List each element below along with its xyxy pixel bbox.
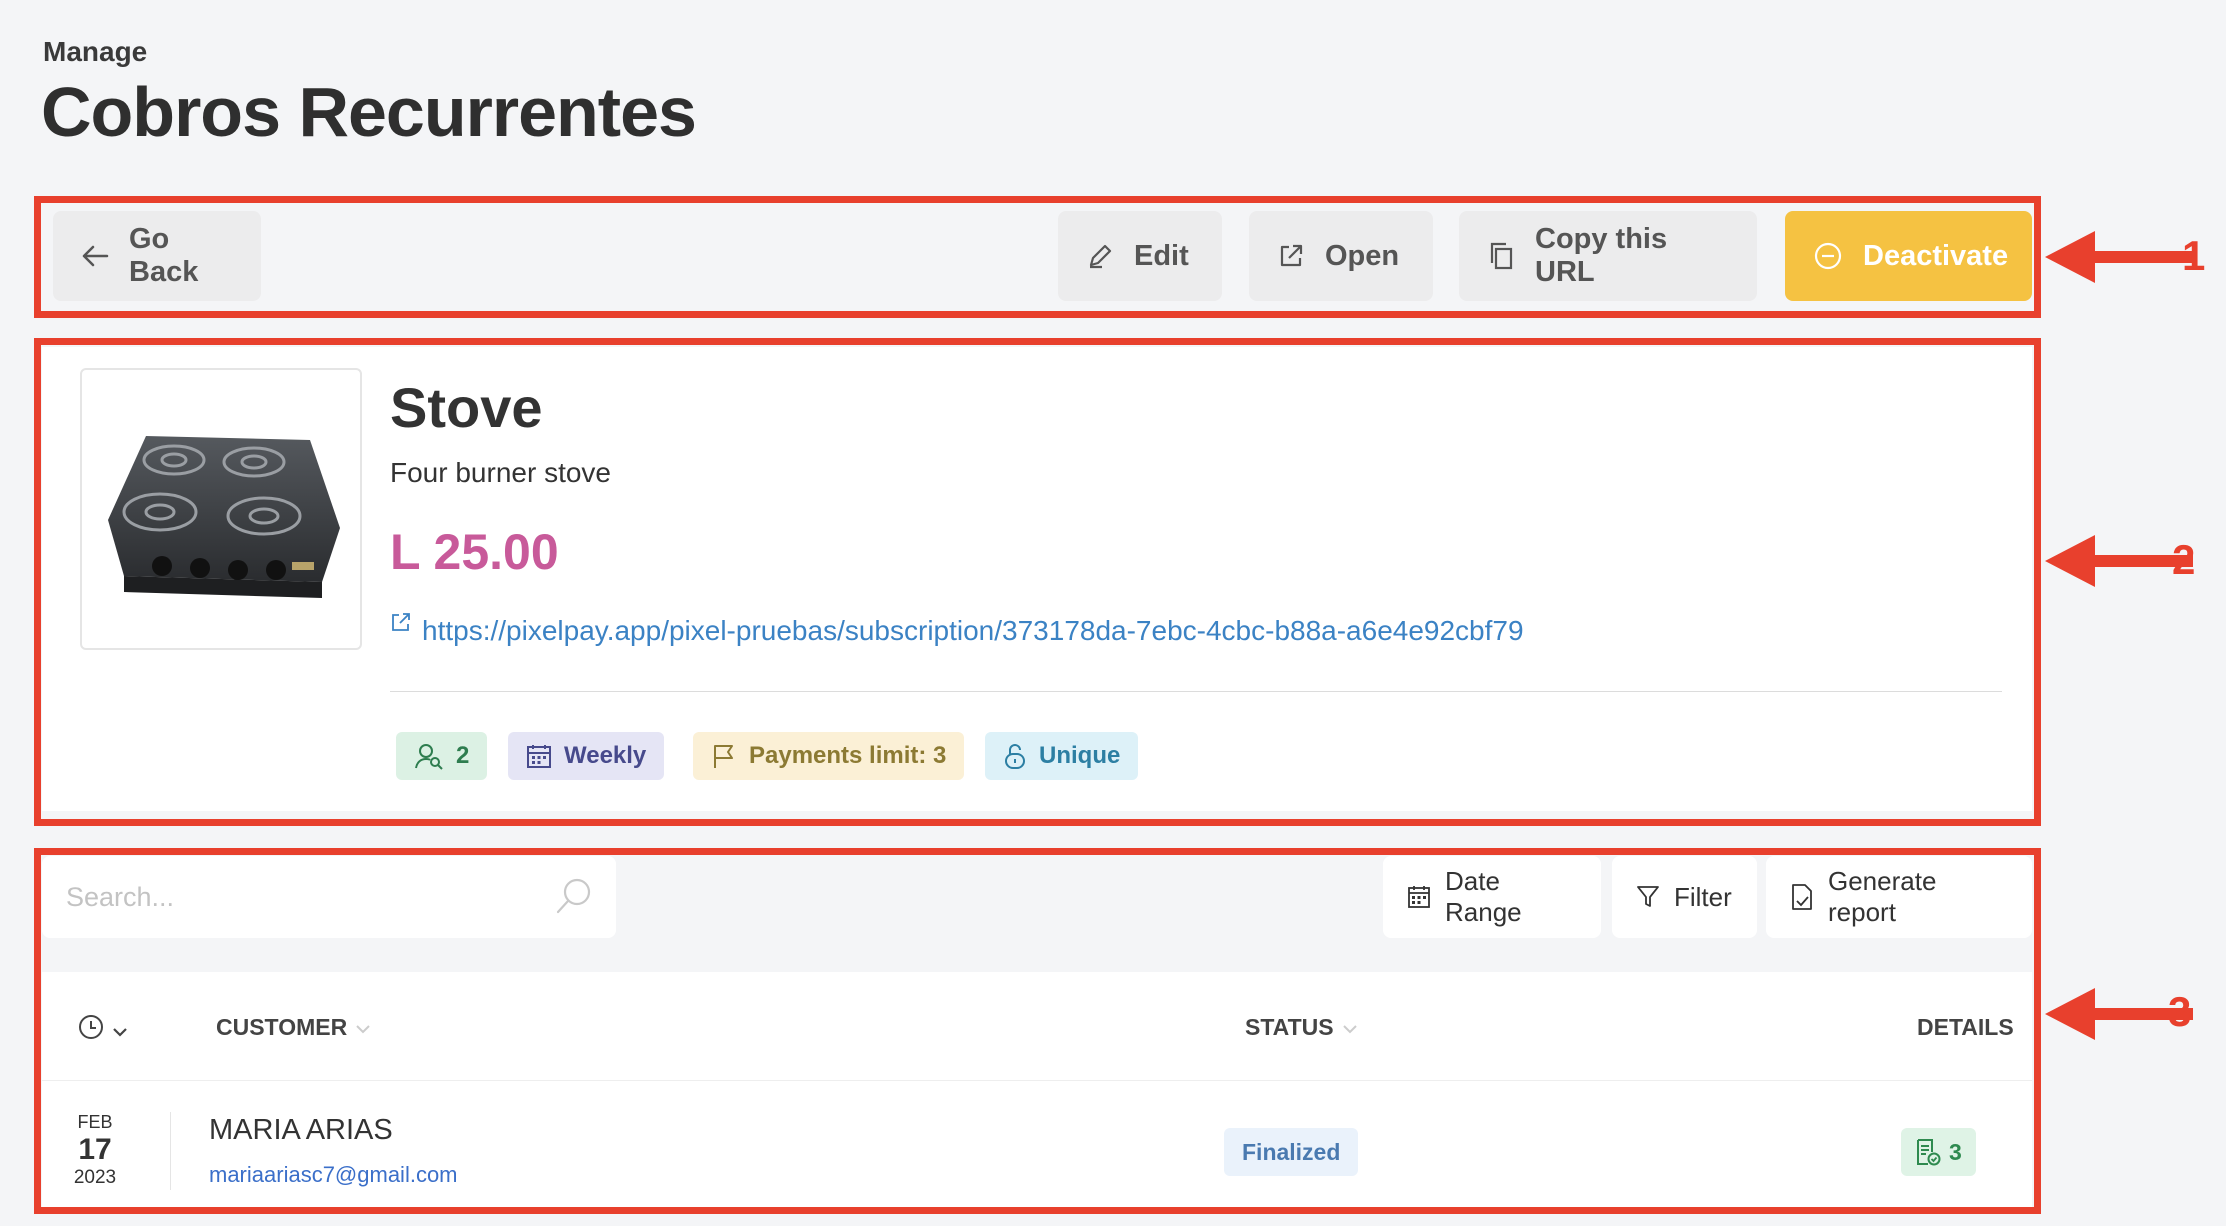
annotation-label-3: 3 — [2168, 988, 2192, 1035]
annotation-label-1: 1 — [2182, 232, 2206, 279]
highlight-box-toolbar — [34, 196, 2041, 318]
annotation-arrow-icon — [2045, 531, 2193, 591]
highlight-box-list — [34, 848, 2041, 1214]
annotation-arrow-icon — [2045, 227, 2193, 287]
annotation-label-2: 2 — [2172, 536, 2196, 583]
page-title: Cobros Recurrentes — [41, 73, 697, 151]
highlight-box-product — [34, 338, 2041, 826]
page-caption: Manage — [43, 36, 148, 67]
